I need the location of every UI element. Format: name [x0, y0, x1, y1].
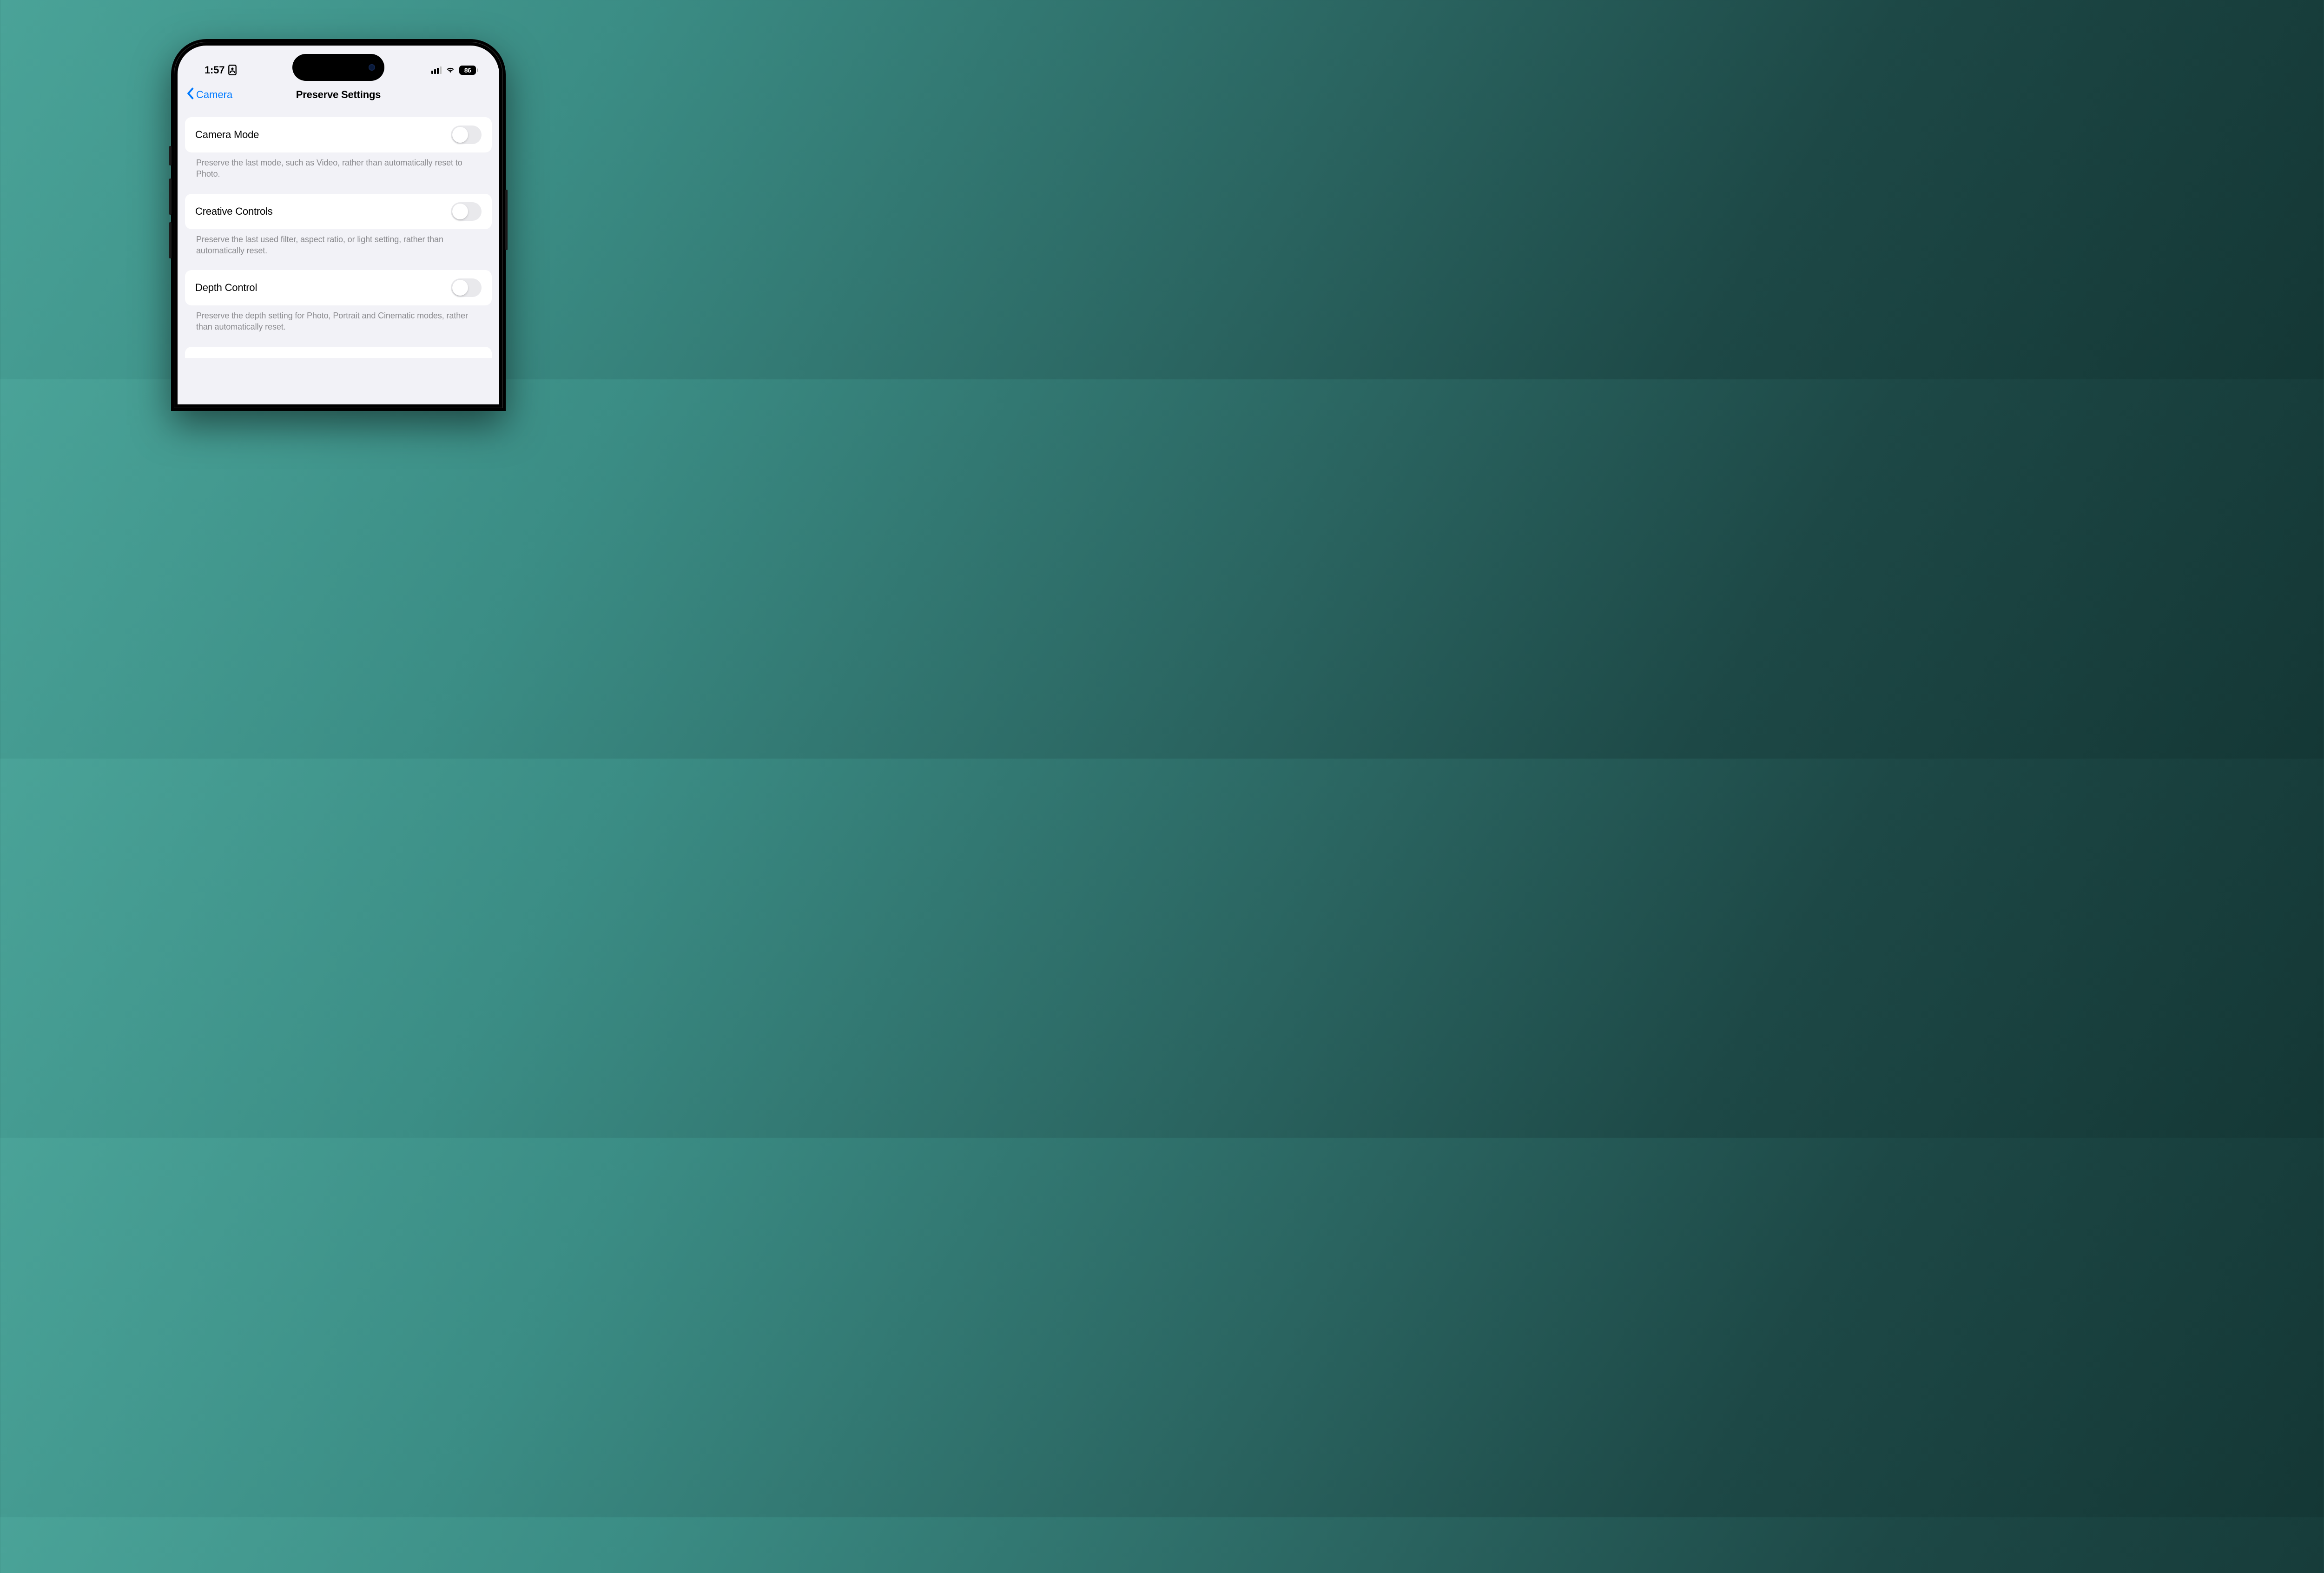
battery-percent: 86	[464, 66, 471, 74]
back-label: Camera	[196, 89, 232, 101]
front-camera	[369, 64, 375, 71]
toggle-creative-controls[interactable]	[451, 202, 482, 221]
status-right: 86	[431, 65, 478, 76]
toggle-knob	[452, 280, 468, 296]
settings-list: Camera Mode Preserve the last mode, such…	[178, 109, 499, 358]
side-button	[169, 146, 172, 165]
back-button[interactable]: Camera	[186, 87, 232, 102]
setting-label: Depth Control	[195, 282, 257, 294]
battery-indicator: 86	[459, 66, 478, 75]
setting-label: Camera Mode	[195, 129, 259, 141]
navigation-header: Camera Preserve Settings	[178, 83, 499, 109]
volume-up-button	[169, 178, 172, 215]
wifi-icon	[445, 65, 456, 76]
power-button	[505, 190, 508, 250]
toggle-depth-control[interactable]	[451, 278, 482, 297]
cellular-signal-icon	[431, 66, 442, 74]
setting-label: Creative Controls	[195, 205, 273, 218]
iphone-frame: 1:57	[171, 39, 506, 411]
volume-down-button	[169, 222, 172, 258]
setting-description: Preserve the last used filter, aspect ra…	[185, 229, 492, 271]
toggle-knob	[452, 204, 468, 219]
toggle-camera-mode[interactable]	[451, 126, 482, 144]
setting-row-camera-mode: Camera Mode	[185, 117, 492, 152]
setting-description: Preserve the depth setting for Photo, Po…	[185, 305, 492, 347]
toggle-knob	[452, 127, 468, 143]
focus-icon	[228, 65, 237, 75]
status-left: 1:57	[205, 64, 237, 76]
setting-row-partial	[185, 347, 492, 358]
chevron-left-icon	[186, 87, 194, 102]
setting-row-creative-controls: Creative Controls	[185, 194, 492, 229]
setting-row-depth-control: Depth Control	[185, 270, 492, 305]
dynamic-island	[292, 54, 384, 81]
status-time: 1:57	[205, 64, 224, 76]
screen: 1:57	[178, 46, 499, 404]
setting-description: Preserve the last mode, such as Video, r…	[185, 152, 492, 194]
